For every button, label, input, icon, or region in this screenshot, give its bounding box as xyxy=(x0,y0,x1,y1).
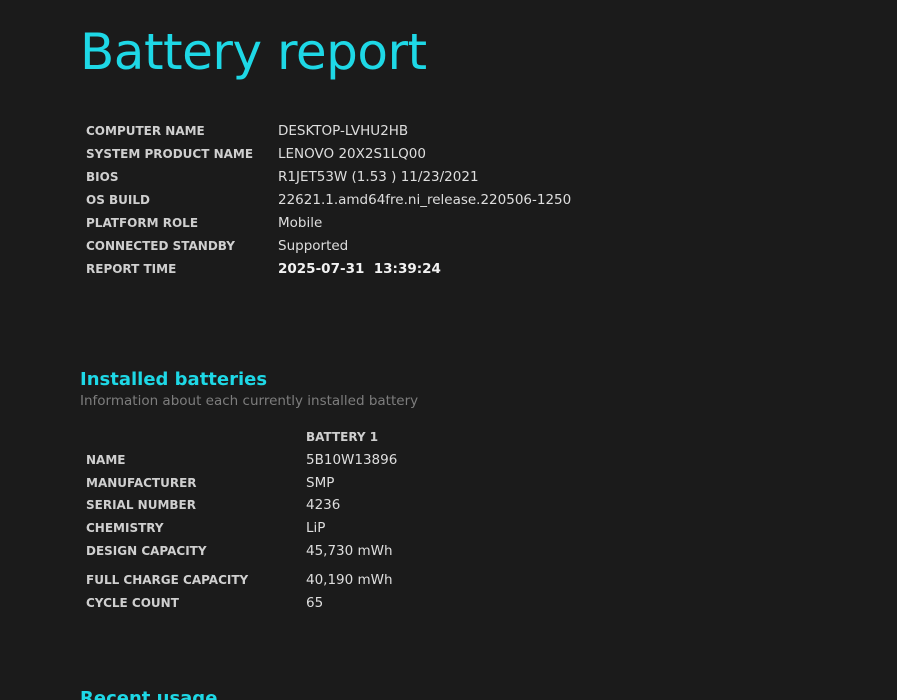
table-row: FULL CHARGE CAPACITY 40,190 mWh xyxy=(86,569,397,592)
os-build-label: OS BUILD xyxy=(86,193,150,208)
system-info-table: COMPUTER NAME DESKTOP-LVHU2HB SYSTEM PRO… xyxy=(86,120,571,280)
chemistry-value: LiP xyxy=(306,520,326,537)
row-spacer xyxy=(86,562,397,569)
table-row: DESIGN CAPACITY 45,730 mWh xyxy=(86,539,397,562)
computer-name-value: DESKTOP-LVHU2HB xyxy=(278,123,409,140)
table-row: CONNECTED STANDBY Supported xyxy=(86,234,571,257)
full-charge-capacity-value: 40,190 mWh xyxy=(306,572,393,589)
bios-value: R1JET53W (1.53 ) 11/23/2021 xyxy=(278,169,479,186)
serial-number-value: 4236 xyxy=(306,497,341,514)
table-row: OS BUILD 22621.1.amd64fre.ni_release.220… xyxy=(86,189,571,212)
system-product-name-value: LENOVO 20X2S1LQ00 xyxy=(278,146,426,163)
system-product-name-label: SYSTEM PRODUCT NAME xyxy=(86,147,254,162)
installed-batteries-subtitle: Information about each currently install… xyxy=(80,393,419,409)
computer-name-label: COMPUTER NAME xyxy=(86,124,205,139)
installed-batteries-table: BATTERY 1 NAME 5B10W13896 MANUFACTURER S… xyxy=(86,426,397,615)
empty-header-cell xyxy=(86,426,306,449)
table-row: CHEMISTRY LiP xyxy=(86,517,397,540)
table-row: COMPUTER NAME DESKTOP-LVHU2HB xyxy=(86,120,571,143)
design-capacity-value: 45,730 mWh xyxy=(306,542,393,559)
table-row: PLATFORM ROLE Mobile xyxy=(86,212,571,235)
os-build-value: 22621.1.amd64fre.ni_release.220506-1250 xyxy=(278,192,572,209)
table-header-row: BATTERY 1 xyxy=(86,426,397,449)
battery-name-value: 5B10W13896 xyxy=(306,452,398,469)
table-row: NAME 5B10W13896 xyxy=(86,449,397,472)
report-time-value: 2025-07-31 13:39:24 xyxy=(278,260,441,277)
battery-name-label: NAME xyxy=(86,453,126,468)
cycle-count-value: 65 xyxy=(306,595,324,612)
page-title: Battery report xyxy=(80,23,427,81)
connected-standby-label: CONNECTED STANDBY xyxy=(86,238,235,253)
table-row: BIOS R1JET53W (1.53 ) 11/23/2021 xyxy=(86,166,571,189)
spacer-cell xyxy=(306,562,397,569)
spacer-cell xyxy=(86,562,306,569)
battery-1-column-header: BATTERY 1 xyxy=(306,430,379,445)
full-charge-capacity-label: FULL CHARGE CAPACITY xyxy=(86,573,249,588)
table-row: MANUFACTURER SMP xyxy=(86,471,397,494)
platform-role-value: Mobile xyxy=(278,215,323,231)
cycle-count-label: CYCLE COUNT xyxy=(86,596,179,611)
connected-standby-value: Supported xyxy=(278,237,349,254)
manufacturer-label: MANUFACTURER xyxy=(86,475,197,490)
installed-batteries-heading: Installed batteries xyxy=(80,369,268,390)
table-row: SERIAL NUMBER 4236 xyxy=(86,494,397,517)
table-row: SYSTEM PRODUCT NAME LENOVO 20X2S1LQ00 xyxy=(86,143,571,166)
manufacturer-value: SMP xyxy=(306,474,335,491)
battery-report-page: Battery report COMPUTER NAME DESKTOP-LVH… xyxy=(0,0,897,700)
chemistry-label: CHEMISTRY xyxy=(86,521,164,536)
bios-label: BIOS xyxy=(86,170,119,185)
recent-usage-heading: Recent usage xyxy=(80,688,218,700)
platform-role-label: PLATFORM ROLE xyxy=(86,216,199,230)
table-row: REPORT TIME 2025-07-31 13:39:24 xyxy=(86,257,571,280)
serial-number-label: SERIAL NUMBER xyxy=(86,498,196,513)
report-time-label: REPORT TIME xyxy=(86,261,177,276)
table-row: CYCLE COUNT 65 xyxy=(86,592,397,615)
design-capacity-label: DESIGN CAPACITY xyxy=(86,543,207,558)
